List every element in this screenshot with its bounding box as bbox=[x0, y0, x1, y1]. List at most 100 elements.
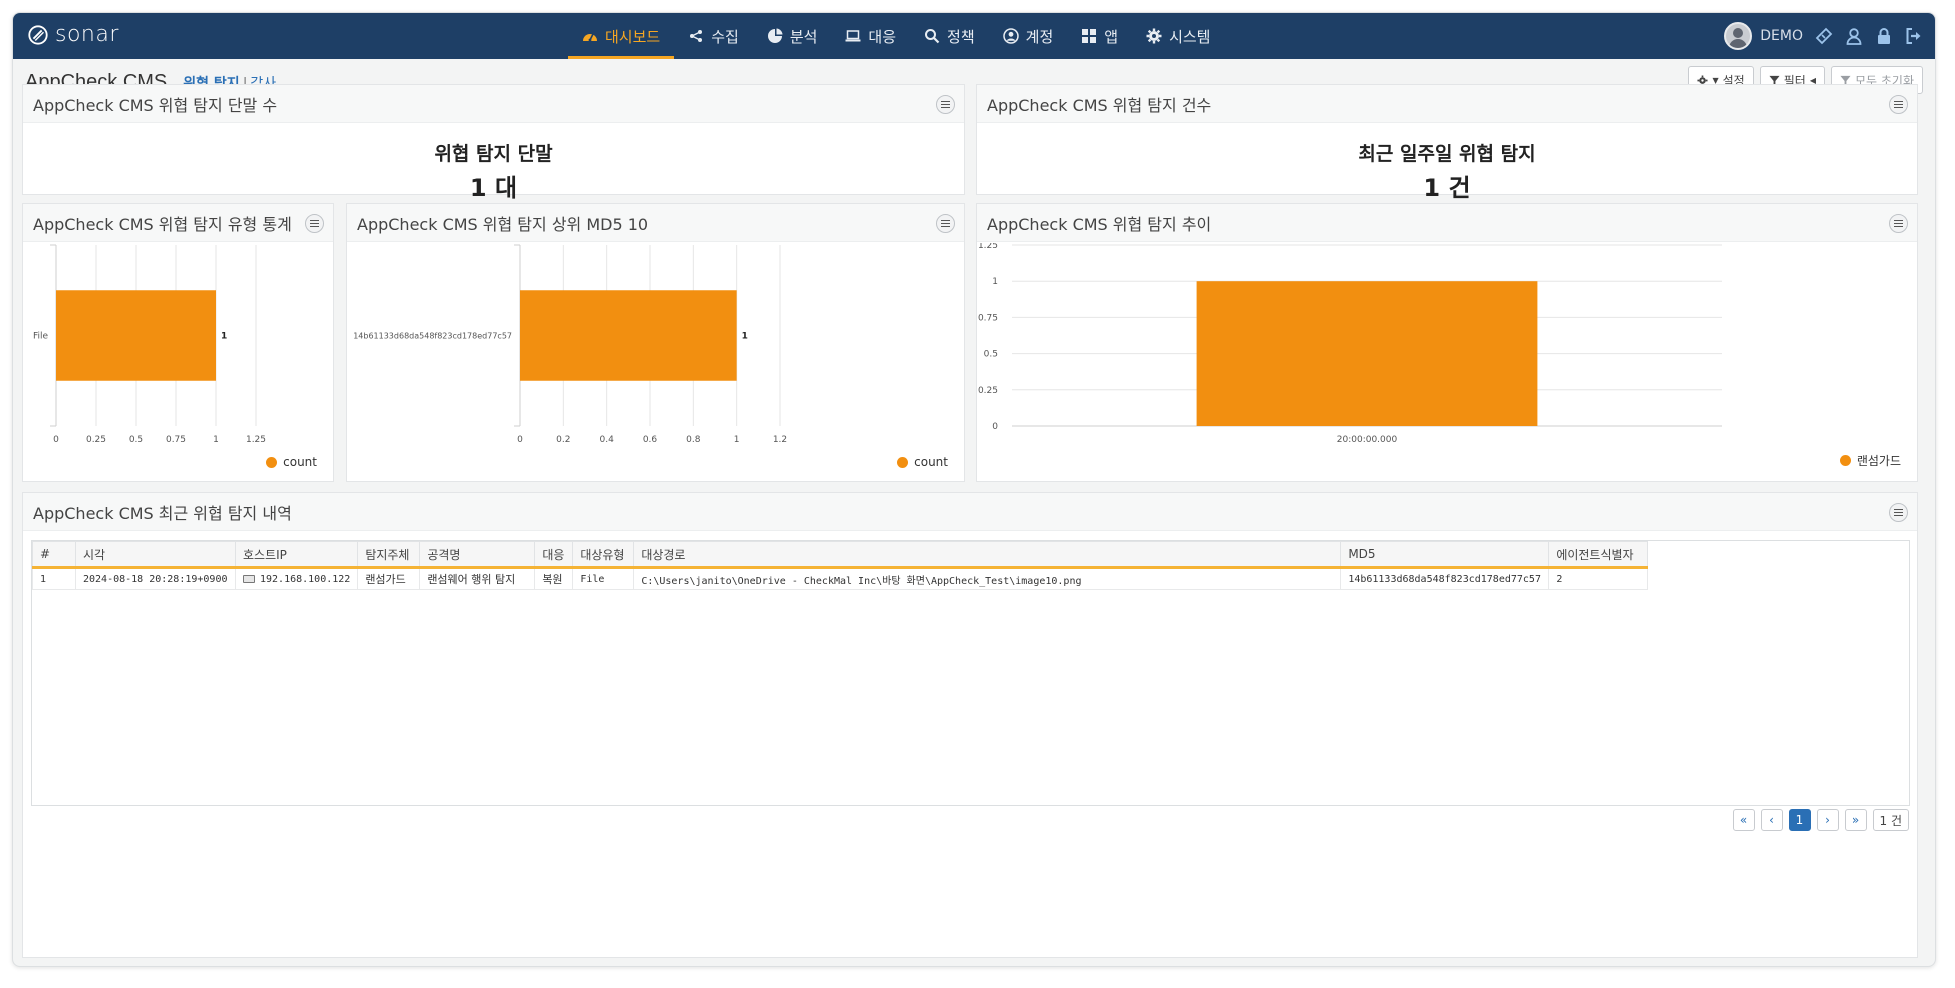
bar bbox=[1196, 281, 1538, 426]
cell-md5: 14b61133d68da548f823cd178ed77c57 bbox=[1340, 567, 1550, 590]
panel-title: AppCheck CMS 위협 탐지 추이 bbox=[987, 214, 1212, 234]
legend-label: 랜섬가드 bbox=[1856, 454, 1901, 468]
legend-dot bbox=[1839, 455, 1851, 466]
stat-label: 최근 일주일 위협 탐지 bbox=[1358, 143, 1536, 165]
col-header-host-ip[interactable]: 호스트IP bbox=[234, 541, 359, 569]
panel-header: AppCheck CMS 위협 탐지 단말 수 bbox=[23, 85, 964, 123]
panel-detect-count: AppCheck CMS 위협 탐지 건수 최근 일주일 위협 탐지 1 건 bbox=[976, 84, 1918, 202]
panel-header: AppCheck CMS 위협 탐지 유형 통계 bbox=[23, 204, 333, 242]
page-last-button[interactable]: » bbox=[1844, 809, 1867, 831]
panel-device-count: AppCheck CMS 위협 탐지 단말 수 위협 탐지 단말 1 대 bbox=[22, 84, 965, 202]
nav-label: 정책 bbox=[947, 27, 975, 46]
col-header-target-path[interactable]: 대상경로 bbox=[633, 541, 1342, 569]
panel-header: AppCheck CMS 위협 탐지 건수 bbox=[977, 85, 1917, 123]
col-header-md5[interactable]: MD5 bbox=[1340, 541, 1550, 569]
col-header-agent-id[interactable]: 에이전트식별자 bbox=[1548, 541, 1649, 569]
x-tick-label: 0.6 bbox=[643, 435, 658, 445]
x-tick-label: 0 bbox=[53, 435, 59, 445]
panel-menu-button[interactable] bbox=[305, 214, 324, 233]
col-header-time[interactable]: 시각 bbox=[75, 541, 236, 569]
nav-item-analysis[interactable]: 분석 bbox=[753, 13, 832, 59]
ticket-button[interactable] bbox=[1815, 27, 1833, 45]
nav-label: 분석 bbox=[789, 27, 818, 46]
page-current-button[interactable]: 1 bbox=[1788, 809, 1811, 831]
panel-menu-button[interactable] bbox=[1889, 503, 1908, 522]
legend-dot bbox=[897, 456, 909, 468]
panel-title: AppCheck CMS 위협 탐지 유형 통계 bbox=[33, 214, 292, 234]
nav-item-policy[interactable]: 정책 bbox=[910, 13, 989, 59]
pagination: « ‹ 1 › » 1 건 bbox=[1732, 809, 1909, 831]
col-header-response[interactable]: 대응 bbox=[534, 541, 574, 569]
logo-text: sonar bbox=[55, 22, 119, 47]
user-icon bbox=[1846, 28, 1862, 45]
gear-icon bbox=[1146, 28, 1162, 44]
page-next-button[interactable]: › bbox=[1816, 809, 1839, 831]
legend-label: count bbox=[914, 455, 948, 469]
laptop-icon bbox=[845, 30, 861, 42]
col-header-target-type[interactable]: 대상유형 bbox=[572, 541, 635, 569]
menu-icon bbox=[310, 220, 319, 227]
page-first-button[interactable]: « bbox=[1732, 809, 1755, 831]
user-name[interactable]: DEMO bbox=[1760, 28, 1803, 44]
nav-label: 시스템 bbox=[1169, 27, 1211, 46]
panel-trend: AppCheck CMS 위협 탐지 추이 0 0.25 0.5 0.75 1 1.25 2… bbox=[976, 203, 1918, 482]
page-prev-button[interactable]: ‹ bbox=[1760, 809, 1783, 831]
trend-chart: 0 0.25 0.5 0.75 1 1.25 20:00:00.000 bbox=[978, 243, 1722, 445]
nav-item-apps[interactable]: 앱 bbox=[1067, 13, 1132, 59]
stat-body: 위협 탐지 단말 1 대 bbox=[23, 123, 964, 203]
cell-host-ip: 192.168.100.122 bbox=[234, 567, 359, 590]
stat-label: 위협 탐지 단말 bbox=[434, 143, 553, 165]
cell-target-type: File bbox=[572, 567, 635, 590]
nav-item-account[interactable]: 계정 bbox=[989, 13, 1068, 59]
nav-item-response[interactable]: 대응 bbox=[831, 13, 910, 59]
panel-menu-button[interactable] bbox=[936, 214, 955, 233]
main-menu: 대시보드 수집 분석 대응 정책 계정 앱 시스템 bbox=[568, 13, 1224, 59]
menu-icon bbox=[1894, 509, 1903, 516]
nav-item-collect[interactable]: 수집 bbox=[674, 13, 753, 59]
panel-menu-button[interactable] bbox=[1889, 214, 1908, 233]
col-header-detector[interactable]: 탐지주체 bbox=[357, 541, 421, 569]
panel-menu-button[interactable] bbox=[1889, 95, 1908, 114]
panel-type-stats: AppCheck CMS 위협 탐지 유형 통계 0 0.25 0.5 0.75 1 1.… bbox=[22, 203, 334, 482]
lock-button[interactable] bbox=[1875, 27, 1893, 45]
y-tick-label: 0.75 bbox=[978, 313, 998, 323]
col-header-attack-name[interactable]: 공격명 bbox=[419, 541, 536, 569]
logout-button[interactable] bbox=[1905, 27, 1923, 45]
y-category-label: File bbox=[33, 332, 49, 342]
x-tick-label: 0.8 bbox=[686, 435, 701, 445]
panel-menu-button[interactable] bbox=[936, 95, 955, 114]
detections-table: # 시각 호스트IP 탐지주체 공격명 대응 대상유형 대상경로 MD5 에이전… bbox=[32, 541, 1649, 590]
avatar[interactable] bbox=[1724, 22, 1753, 50]
nav-item-system[interactable]: 시스템 bbox=[1132, 13, 1224, 59]
ticket-icon bbox=[1815, 27, 1833, 45]
x-tick-label: 1.2 bbox=[773, 435, 787, 445]
table-row[interactable]: 1 2024-08-18 20:28:19+0900 192.168.100.1… bbox=[32, 567, 1649, 590]
lock-icon bbox=[1878, 28, 1890, 44]
chart-legend[interactable]: count bbox=[266, 455, 317, 469]
x-tick-label: 0.2 bbox=[556, 435, 570, 445]
nav-label: 대시보드 bbox=[605, 27, 661, 46]
legend-label: count bbox=[283, 455, 317, 469]
chart-legend[interactable]: count bbox=[897, 455, 948, 469]
x-tick-label: 1.25 bbox=[246, 435, 266, 445]
cell-time: 2024-08-18 20:28:19+0900 bbox=[75, 567, 236, 590]
profile-button[interactable] bbox=[1845, 27, 1863, 45]
x-tick-label: 0 bbox=[517, 435, 523, 445]
stat-body: 최근 일주일 위협 탐지 1 건 bbox=[977, 123, 1917, 203]
nav-item-dashboard[interactable]: 대시보드 bbox=[568, 13, 675, 59]
x-tick-label: 1 bbox=[213, 435, 219, 445]
type-stats-chart: 0 0.25 0.5 0.75 1 1.25 File 1 bbox=[33, 244, 266, 445]
cell-attack-name: 랜섬웨어 행위 탐지 bbox=[419, 567, 536, 590]
user-area: DEMO bbox=[1724, 13, 1923, 59]
search-icon bbox=[925, 29, 940, 44]
y-tick-label: 0 bbox=[992, 422, 998, 432]
logo[interactable]: sonar bbox=[27, 22, 119, 47]
bar bbox=[520, 290, 737, 381]
y-tick-label: 0.25 bbox=[978, 386, 998, 396]
panel-title: AppCheck CMS 위협 탐지 단말 수 bbox=[33, 95, 278, 115]
panel-header: AppCheck CMS 위협 탐지 추이 bbox=[977, 204, 1917, 242]
col-header-index[interactable]: # bbox=[32, 541, 76, 569]
chart-legend[interactable]: 랜섬가드 bbox=[1839, 452, 1901, 469]
cell-agent-id: 2 bbox=[1548, 567, 1649, 590]
table-container[interactable]: # 시각 호스트IP 탐지주체 공격명 대응 대상유형 대상경로 MD5 에이전… bbox=[31, 540, 1910, 806]
